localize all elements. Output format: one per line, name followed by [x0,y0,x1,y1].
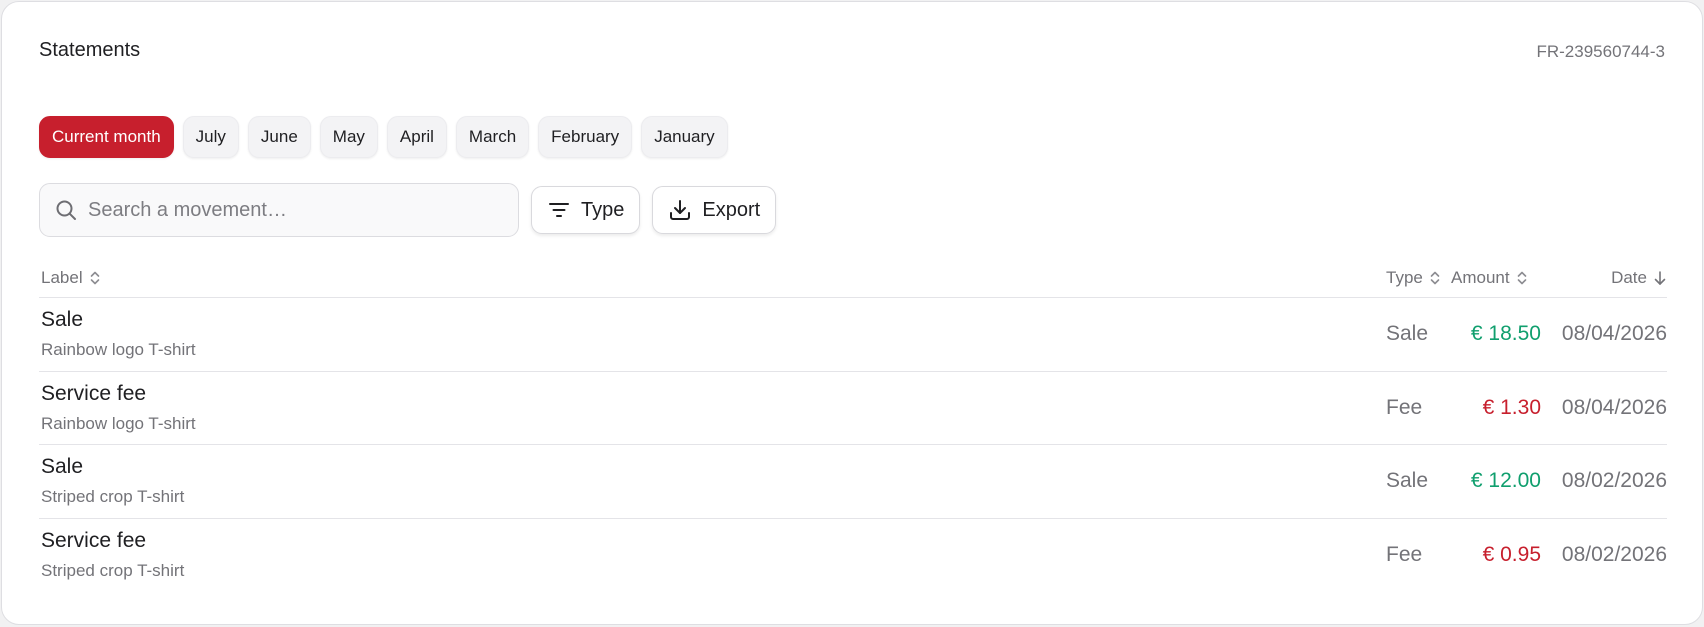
type-filter-button[interactable]: Type [531,186,641,234]
filter-icon [547,198,571,222]
table-row[interactable]: Sale Rainbow logo T-shirt Sale € 18.50 0… [39,298,1667,372]
column-header-amount[interactable]: Amount [1451,268,1541,288]
row-label-cell: Service fee Striped crop T-shirt [39,529,1386,581]
search-icon [54,198,78,222]
column-header-type[interactable]: Type [1386,268,1451,288]
row-title: Sale [41,455,84,479]
sort-icon [89,270,101,286]
row-type: Fee [1386,395,1423,419]
tab-march[interactable]: March [455,116,530,158]
month-filter-tabs: Current month July June May April March … [39,116,728,158]
page-title: Statements [39,38,141,61]
row-title: Service fee [41,381,147,405]
column-date-text: Date [1611,267,1647,287]
column-header-label[interactable]: Label [39,268,1386,288]
row-type: Fee [1386,543,1423,567]
tab-june[interactable]: June [247,116,311,158]
row-title: Sale [41,308,84,332]
type-filter-label: Type [581,198,625,221]
tab-january[interactable]: January [641,116,728,158]
search-input[interactable] [88,198,488,222]
row-subtitle: Rainbow logo T-shirt [41,340,196,360]
row-amount: € 0.95 [1482,543,1541,567]
row-amount: € 12.00 [1470,469,1541,493]
column-type-text: Type [1386,267,1423,287]
sort-descending-icon [1653,270,1667,286]
row-title: Service fee [41,529,147,553]
table-row[interactable]: Sale Striped crop T-shirt Sale € 12.00 0… [39,445,1667,519]
tab-current-month[interactable]: Current month [39,116,174,158]
row-amount: € 18.50 [1470,322,1541,346]
tab-february[interactable]: February [538,116,633,158]
row-label-cell: Service fee Rainbow logo T-shirt [39,382,1386,434]
column-header-date[interactable]: Date [1541,268,1667,288]
row-label-cell: Sale Striped crop T-shirt [39,455,1386,507]
movements-table: Label Type Amount Date Sale Rainbow logo… [39,258,1667,592]
download-icon [668,198,692,222]
table-row[interactable]: Service fee Rainbow logo T-shirt Fee € 1… [39,372,1667,445]
row-type: Sale [1386,469,1429,493]
row-date: 08/02/2026 [1561,469,1667,493]
tab-april[interactable]: April [386,116,447,158]
tab-may[interactable]: May [319,116,378,158]
export-button[interactable]: Export [652,186,777,234]
row-subtitle: Striped crop T-shirt [41,561,185,581]
search-box[interactable] [39,183,519,237]
statements-header: Statements FR-239560744-3 [39,38,1665,62]
row-date: 08/04/2026 [1561,322,1667,346]
toolbar: Type Export [39,183,777,237]
row-type: Sale [1386,322,1429,346]
table-header: Label Type Amount Date [39,258,1667,298]
table-row[interactable]: Service fee Striped crop T-shirt Fee € 0… [39,519,1667,593]
row-label-cell: Sale Rainbow logo T-shirt [39,308,1386,360]
statements-card: Statements FR-239560744-3 Current month … [1,1,1703,625]
sort-icon [1516,270,1528,286]
row-subtitle: Rainbow logo T-shirt [41,413,196,433]
row-date: 08/04/2026 [1561,395,1667,419]
sort-icon [1429,270,1441,286]
row-amount: € 1.30 [1482,395,1541,419]
row-date: 08/02/2026 [1561,543,1667,567]
tab-july[interactable]: July [182,116,239,158]
export-label: Export [702,198,761,221]
column-label-text: Label [41,267,83,287]
account-reference: FR-239560744-3 [1536,42,1665,61]
row-subtitle: Striped crop T-shirt [41,487,185,507]
column-amount-text: Amount [1451,267,1510,287]
